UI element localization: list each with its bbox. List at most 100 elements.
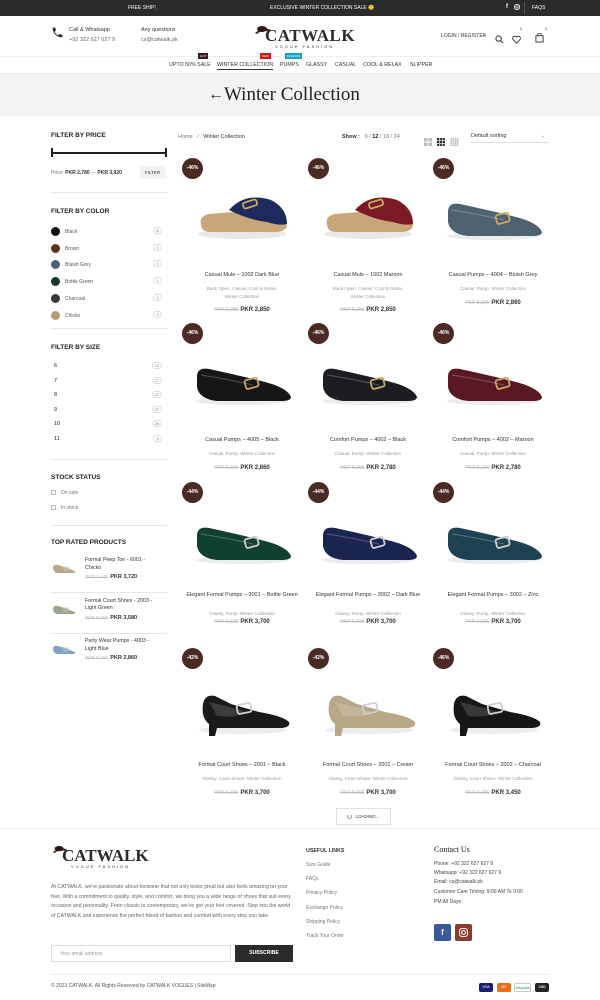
footer-link-faqs[interactable]: FAQs bbox=[306, 876, 319, 882]
product-name[interactable]: Elegant Formal Pumps – 3002 – Dark Blue bbox=[308, 592, 428, 598]
search-icon[interactable] bbox=[495, 31, 504, 49]
product-name[interactable]: Formal Court Shoes – 2001 – Cream bbox=[308, 762, 428, 768]
footer-link-privacy[interactable]: Privacy Policy bbox=[306, 890, 337, 896]
price-slider[interactable] bbox=[51, 152, 167, 154]
size-filter-item[interactable]: 11 9 bbox=[51, 435, 162, 444]
footer-link-exchange[interactable]: Exchange Policy bbox=[306, 905, 343, 911]
in-stock-label[interactable]: In stock bbox=[61, 505, 78, 511]
product-image[interactable] bbox=[313, 666, 423, 741]
size-filter-item[interactable]: 6 13 bbox=[51, 362, 162, 371]
product-category-line[interactable]: Glassy, Court Shoes, Winter Collection bbox=[328, 776, 407, 781]
product-category-line[interactable]: Glassy, Pump, Winter Collection bbox=[335, 611, 401, 616]
color-filter-item[interactable]: Bluish Grey 1 bbox=[51, 260, 162, 270]
product-category-line[interactable]: Back Open, Casual, Cool & Relax, bbox=[207, 286, 277, 291]
product-image[interactable] bbox=[187, 176, 297, 251]
price-slider-min-handle[interactable] bbox=[51, 148, 53, 157]
product-card[interactable]: -42% Formal Court Shoes – 2001 – Black Gla… bbox=[182, 648, 302, 808]
call-number[interactable]: +92 322 627 627 9 bbox=[69, 37, 115, 43]
product-category-line[interactable]: Glassy, Pump, Winter Collection bbox=[209, 611, 275, 616]
color-filter-item[interactable]: Bottle Green 1 bbox=[51, 277, 162, 287]
product-image[interactable] bbox=[187, 500, 297, 575]
cart-icon[interactable] bbox=[535, 30, 544, 48]
product-category-line[interactable]: Winter Collection bbox=[225, 294, 260, 299]
size-filter-item[interactable]: 8 27 bbox=[51, 391, 162, 400]
size-filter-item[interactable]: 7 27 bbox=[51, 376, 162, 386]
color-filter-item[interactable]: Chicko 3 bbox=[51, 310, 162, 321]
price-slider-max-handle[interactable] bbox=[165, 148, 167, 157]
show-option-18[interactable]: 18 bbox=[383, 134, 389, 140]
product-name[interactable]: Formal Court Shoes – 2001 – Black bbox=[182, 762, 302, 768]
product-card[interactable]: -44% Elegant Formal Pumps – 3002 – Zinc Gl… bbox=[433, 482, 553, 642]
top-rated-name[interactable]: Formal Court Shoes - 2003 - Light Green bbox=[85, 598, 152, 613]
nav-item-glassy[interactable]: GLASSY bbox=[306, 62, 327, 68]
grid-4-icon[interactable] bbox=[450, 133, 459, 151]
footer-link-track-order[interactable]: Track Your Order bbox=[306, 933, 344, 939]
product-category-line[interactable]: Winter Collection bbox=[351, 294, 386, 299]
questions-email[interactable]: cs@catwalk.pk bbox=[141, 37, 178, 43]
loading-button[interactable]: LOADING... bbox=[336, 808, 391, 825]
product-name[interactable]: Comfort Pumps – 4002 – Black bbox=[308, 437, 428, 443]
footer-facebook-icon[interactable]: f bbox=[434, 924, 451, 941]
product-card[interactable]: -46% Casual Mule – 1002 Maroon Back Open, … bbox=[308, 158, 428, 318]
product-card[interactable]: -46% Comfort Pumps – 4002 – Black Casual, … bbox=[308, 323, 428, 483]
show-option-12[interactable]: 12 bbox=[372, 134, 378, 140]
top-rated-image[interactable] bbox=[51, 642, 77, 656]
product-name[interactable]: Casual Mule – 1002 Maroon bbox=[308, 272, 428, 278]
top-rated-name[interactable]: Formal Peep Toe - 6001 - Chicko bbox=[85, 557, 145, 572]
show-option-24[interactable]: 24 bbox=[394, 134, 400, 140]
product-card[interactable]: -46% Casual Pumps – 4005 – Black Casual, P… bbox=[182, 323, 302, 483]
nav-item-slipper[interactable]: SLIPPER bbox=[410, 62, 432, 68]
grid-2-icon[interactable] bbox=[424, 133, 432, 151]
top-rated-product[interactable]: Formal Peep Toe - 6001 - Chicko PKR 7,440 P… bbox=[51, 557, 167, 593]
subscribe-button[interactable]: SUBSCRIBE bbox=[235, 945, 293, 962]
back-arrow-icon[interactable]: ← bbox=[208, 86, 224, 104]
product-card[interactable]: -44% Elegant Formal Pumps – 3001 – Bottle… bbox=[182, 482, 302, 642]
footer-logo[interactable]: CATWALK VOGUE FASHION bbox=[51, 842, 151, 870]
product-name[interactable]: Casual Pumps – 4005 – Black bbox=[182, 437, 302, 443]
size-filter-item[interactable]: 10 28 bbox=[51, 420, 162, 429]
product-name[interactable]: Casual Mule – 1002 Dark Blue bbox=[182, 272, 302, 278]
product-image[interactable] bbox=[313, 176, 423, 251]
footer-link-shipping[interactable]: Shipping Policy bbox=[306, 919, 340, 925]
product-category-line[interactable]: Casual, Pump, Winter Collection bbox=[460, 286, 526, 291]
in-stock-checkbox[interactable] bbox=[51, 505, 56, 510]
newsletter-email-input[interactable]: Your email address bbox=[51, 945, 231, 962]
product-name[interactable]: Formal Court Shoes – 2002 – Charcoal bbox=[433, 762, 553, 768]
product-name[interactable]: Casual Pumps – 4004 – Bluish Grey bbox=[433, 272, 553, 278]
nav-item-winter-collection[interactable]: WINTER COLLECTION bbox=[217, 62, 274, 70]
product-image[interactable] bbox=[438, 341, 548, 416]
product-category-line[interactable]: Casual, Pump, Winter Collection bbox=[209, 451, 275, 456]
product-card[interactable]: -42% Formal Court Shoes – 2001 – Cream Gla… bbox=[308, 648, 428, 808]
top-rated-name[interactable]: Party Wear Pumps - 4003 - Light Blue bbox=[85, 638, 149, 653]
top-rated-product[interactable]: Party Wear Pumps - 4003 - Light Blue PKR 5… bbox=[51, 638, 167, 674]
size-filter-item[interactable]: 9 27 bbox=[51, 405, 162, 415]
product-image[interactable] bbox=[438, 176, 548, 251]
nav-item-casual[interactable]: CASUAL bbox=[335, 62, 356, 68]
color-filter-item[interactable]: Black 6 bbox=[51, 227, 162, 237]
facebook-icon[interactable]: f bbox=[506, 4, 508, 12]
product-category-line[interactable]: Back Open, Casual, Cool & Relax, bbox=[333, 286, 403, 291]
breadcrumb-home[interactable]: Home bbox=[178, 134, 193, 140]
product-category-line[interactable]: Casual, Pump, Winter Collection bbox=[335, 451, 401, 456]
footer-link-size-guide[interactable]: Size Guide bbox=[306, 862, 330, 868]
instagram-icon[interactable] bbox=[514, 4, 520, 12]
top-rated-image[interactable] bbox=[51, 602, 77, 616]
product-category-line[interactable]: Glassy, Court Shoes, Winter Collection bbox=[453, 776, 532, 781]
site-logo[interactable]: CATWALK VOGUE FASHION bbox=[253, 22, 355, 52]
product-image[interactable] bbox=[313, 500, 423, 575]
product-image[interactable] bbox=[187, 341, 297, 416]
grid-3-icon[interactable] bbox=[437, 133, 445, 151]
color-filter-item[interactable]: Brown 1 bbox=[51, 243, 162, 254]
nav-item-cool-relax[interactable]: COOL & RELAX bbox=[363, 62, 402, 68]
product-image[interactable] bbox=[187, 666, 297, 741]
product-card[interactable]: -46% Casual Mule – 1002 Dark Blue Back Ope… bbox=[182, 158, 302, 318]
product-card[interactable]: -44% Elegant Formal Pumps – 3002 – Dark B… bbox=[308, 482, 428, 642]
product-image[interactable] bbox=[313, 341, 423, 416]
faqs-link[interactable]: FAQS bbox=[532, 5, 545, 11]
show-option-9[interactable]: 9 bbox=[365, 134, 368, 140]
product-category-line[interactable]: Casual, Pump, Winter Collection bbox=[460, 451, 526, 456]
product-name[interactable]: Comfort Pumps – 4002 – Maroon bbox=[433, 437, 553, 443]
price-filter-button[interactable]: FILTER bbox=[140, 166, 165, 179]
product-image[interactable] bbox=[438, 500, 548, 575]
login-register-link[interactable]: LOGIN / REGISTER bbox=[441, 33, 486, 39]
